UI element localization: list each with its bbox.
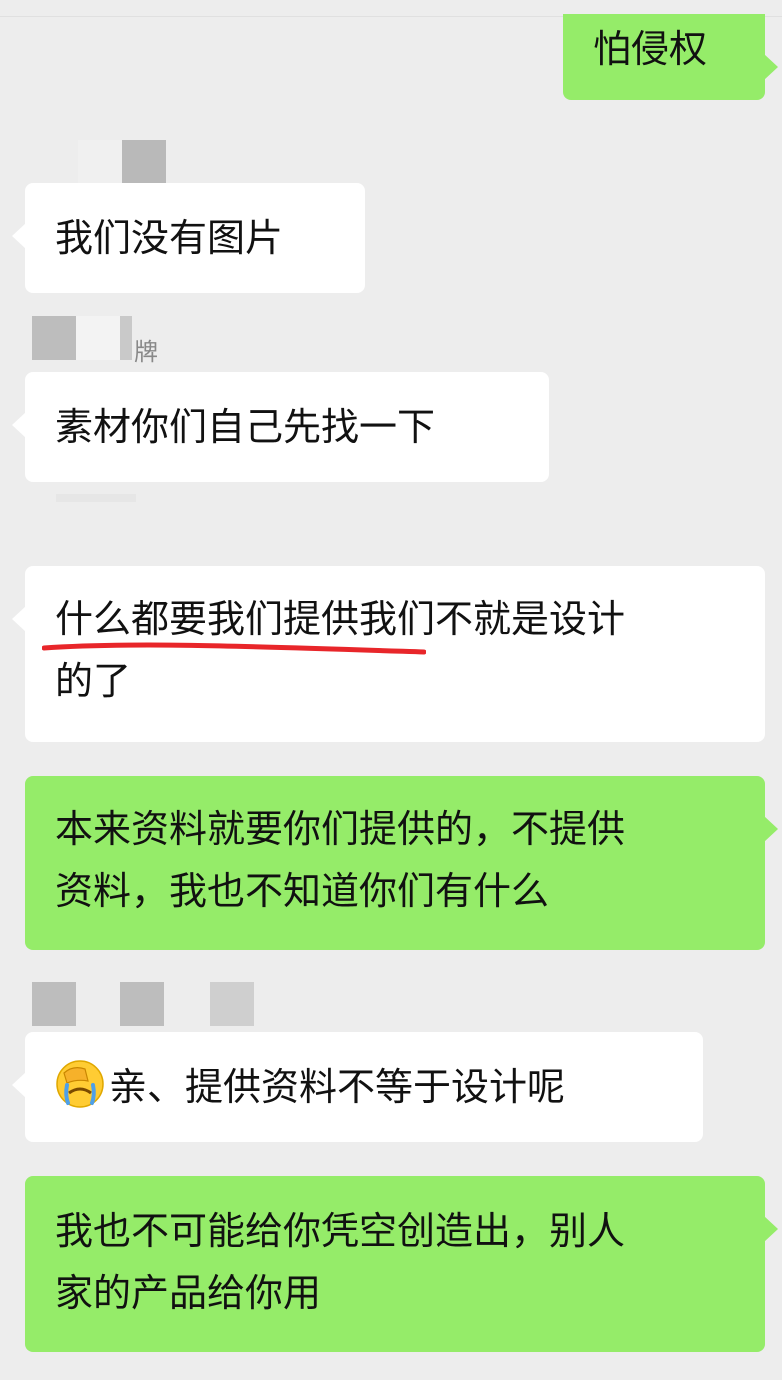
message-content: 亲、提供资料不等于设计呢 xyxy=(55,1032,673,1118)
message-text-line: 我也不可能给你凭空创造出，别人 xyxy=(55,1209,626,1253)
message-bubble-incoming[interactable]: 我们没有图片 xyxy=(12,183,365,293)
message-text-line: 资料，我也不知道你们有什么 xyxy=(55,869,550,913)
chat-view: 怕侵权 我们没有图片 牌 素材你们自己先找一下 什么都要我们提供我们不就是设计 … xyxy=(0,0,782,1380)
message-text-line: 什么都要我们提供我们不就是设计 xyxy=(55,597,626,641)
message-bubble-incoming[interactable]: 素材你们自己先找一下 xyxy=(12,372,549,482)
message-text: 亲、提供资料不等于设计呢 xyxy=(109,1065,566,1109)
message-text: 怕侵权 xyxy=(593,27,708,71)
message-text: 素材你们自己先找一下 xyxy=(55,405,436,449)
message-text-line: 家的产品给你用 xyxy=(55,1271,322,1315)
face-palm-crying-emoji xyxy=(56,1060,104,1108)
message-bubble-outgoing[interactable]: 本来资料就要你们提供的，不提供 资料，我也不知道你们有什么 xyxy=(25,776,778,950)
sender-name-fragment: 牌 xyxy=(134,338,158,366)
message-bubble-outgoing[interactable]: 我也不可能给你凭空创造出，别人 家的产品给你用 xyxy=(25,1176,778,1352)
message-text-line: 本来资料就要你们提供的，不提供 xyxy=(55,807,626,851)
message-text: 我们没有图片 xyxy=(55,216,284,260)
message-text-line: 的了 xyxy=(55,659,132,703)
message-bubble-incoming[interactable]: 亲、提供资料不等于设计呢 xyxy=(12,1032,703,1142)
message-bubble-outgoing[interactable]: 怕侵权 xyxy=(563,14,778,100)
message-bubble-incoming[interactable]: 什么都要我们提供我们不就是设计 的了 xyxy=(12,566,765,742)
